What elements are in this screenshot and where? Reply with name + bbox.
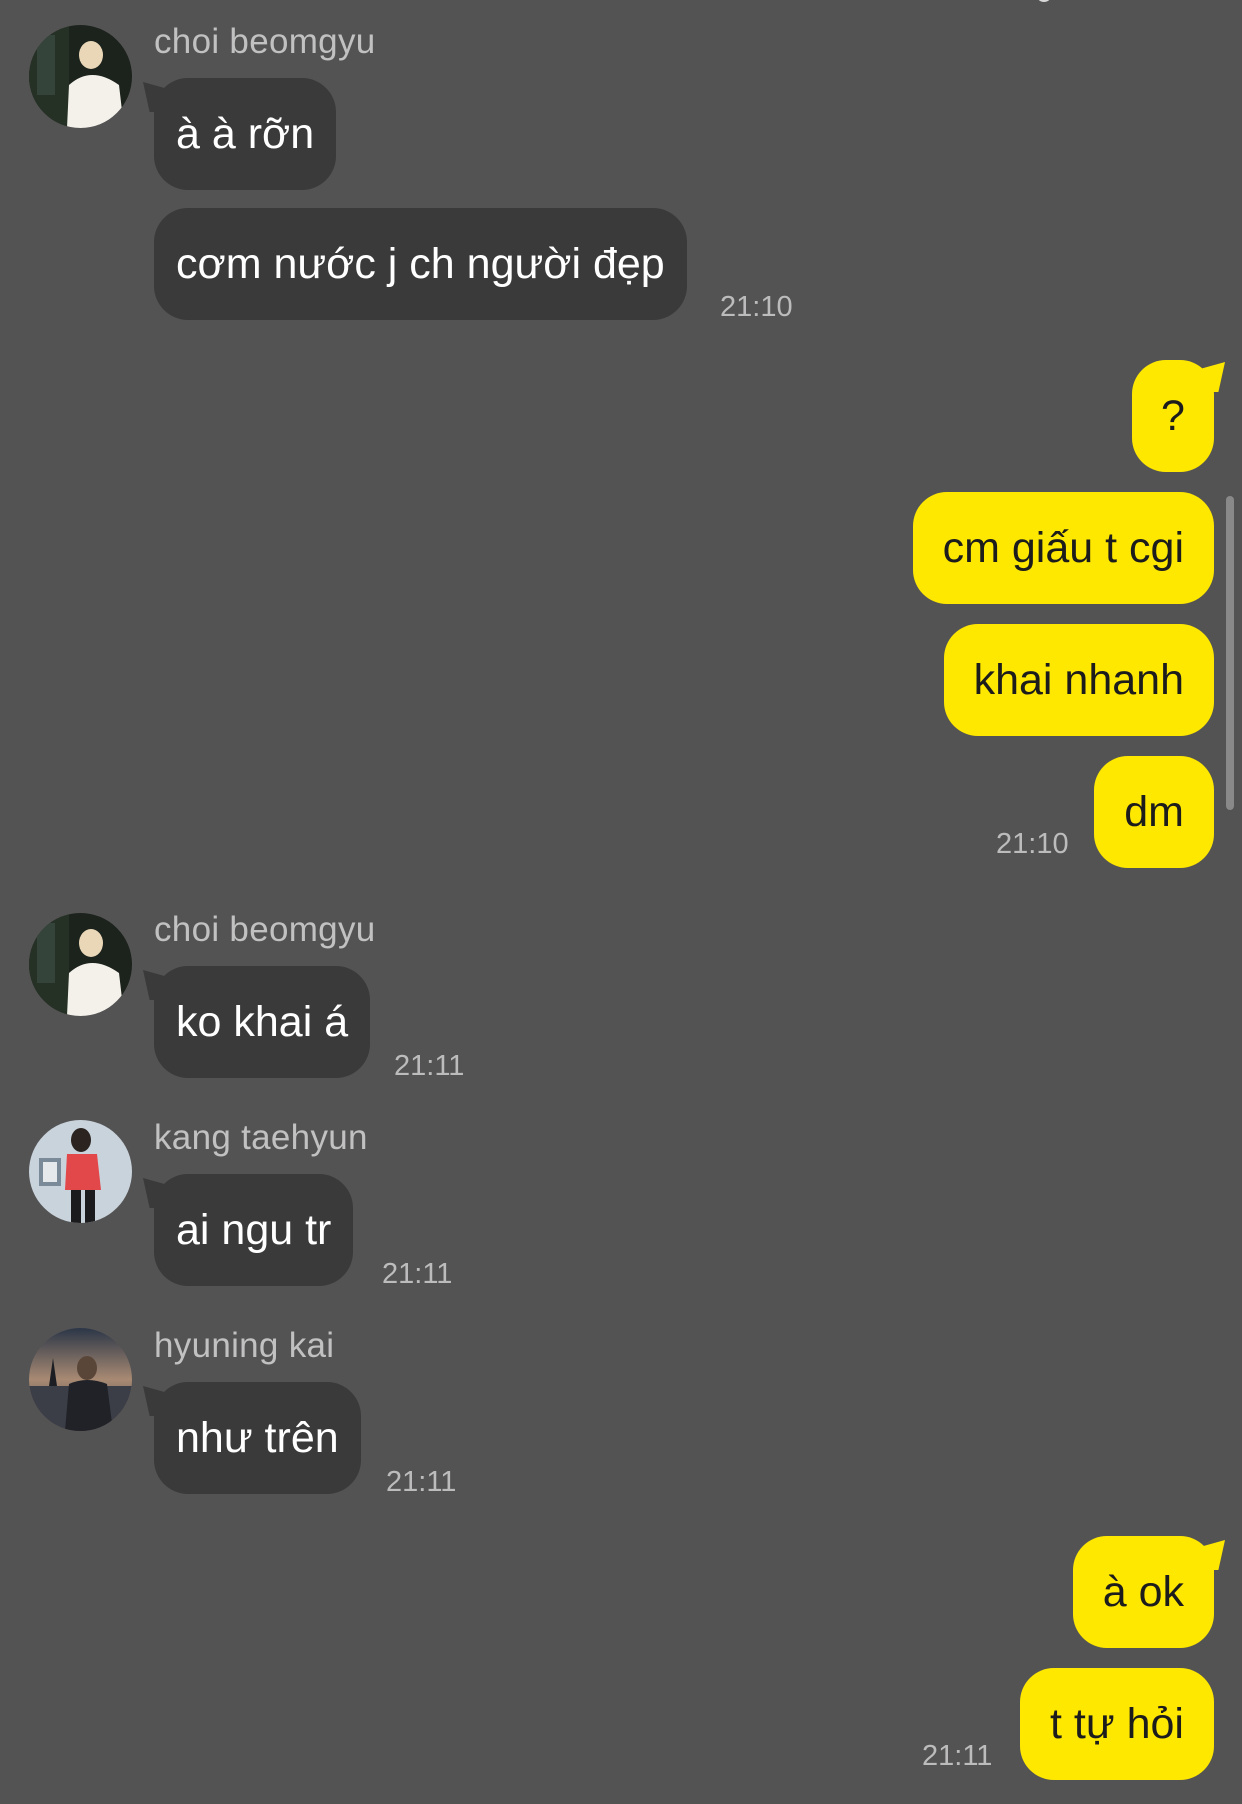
message-bubble[interactable]: ? — [1132, 360, 1214, 472]
message-bubble[interactable]: ko khai á — [154, 966, 371, 1078]
message-bubble[interactable]: dm — [1094, 756, 1214, 868]
sender-name: choi beomgyu — [154, 22, 376, 61]
scrollbar[interactable] — [1226, 496, 1234, 810]
message-timestamp: 21:10 — [996, 828, 1069, 860]
message-timestamp: 21:10 — [720, 291, 793, 323]
message-timestamp: 21:11 — [382, 1258, 453, 1290]
message-bubble[interactable]: à ok — [1072, 1536, 1214, 1648]
profile-photo-icon — [29, 1328, 132, 1431]
message-bubble[interactable]: cơm nước j ch người đẹp — [154, 208, 687, 320]
avatar-kang-taehyun[interactable] — [29, 1120, 132, 1223]
avatar-hyuning-kai[interactable] — [29, 1328, 132, 1431]
sender-name: hyuning kai — [154, 1326, 335, 1365]
profile-photo-icon — [29, 25, 132, 128]
status-bar-fragment — [1036, 0, 1052, 2]
profile-photo-icon — [29, 913, 132, 1016]
avatar-choi-beomgyu[interactable] — [29, 913, 132, 1016]
message-bubble[interactable]: khai nhanh — [943, 624, 1214, 736]
sender-name: kang taehyun — [154, 1118, 368, 1157]
sender-name: choi beomgyu — [154, 910, 376, 949]
avatar-choi-beomgyu[interactable] — [29, 25, 132, 128]
message-bubble[interactable]: như trên — [154, 1382, 361, 1494]
message-bubble[interactable]: à à rỡn — [154, 78, 337, 190]
message-timestamp: 21:11 — [386, 1466, 457, 1498]
profile-photo-icon — [29, 1120, 132, 1223]
message-timestamp: 21:11 — [922, 1740, 993, 1772]
message-bubble[interactable]: ai ngu tr — [154, 1174, 354, 1286]
message-bubble[interactable]: cm giấu t cgi — [912, 492, 1214, 604]
message-bubble[interactable]: t tự hỏi — [1020, 1668, 1214, 1780]
message-timestamp: 21:11 — [394, 1050, 465, 1082]
